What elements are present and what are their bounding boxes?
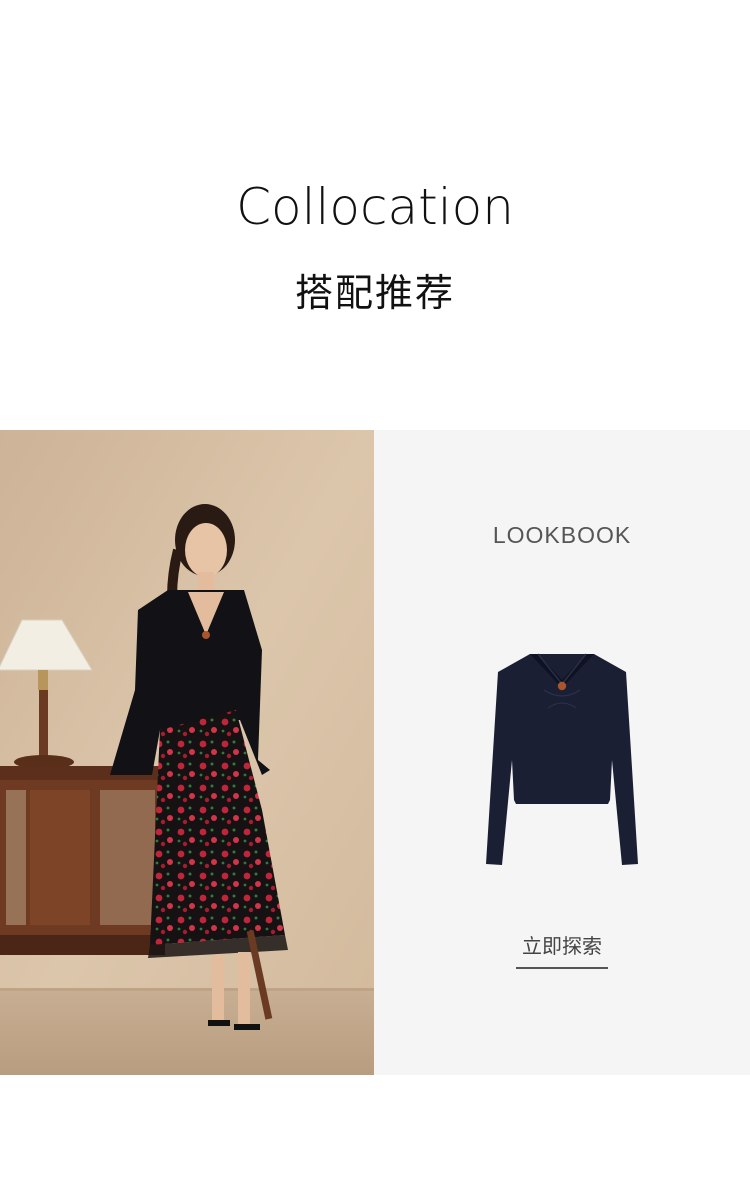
product-image[interactable] <box>482 650 642 870</box>
section-title-cn: 搭配推荐 <box>294 271 455 315</box>
lookbook-label: LOOKBOOK <box>492 522 632 548</box>
model-photo-illustration <box>0 430 374 1075</box>
model-photo <box>0 430 374 1075</box>
sweater-illustration <box>486 653 638 865</box>
section-title-en: Collocation <box>236 178 514 236</box>
explore-now-link[interactable]: 立即探索 <box>516 930 608 969</box>
lookbook-panel: LOOKBOOK 立即探索 <box>374 430 750 1075</box>
collocation-header: Collocation 搭配推荐 <box>0 0 750 430</box>
